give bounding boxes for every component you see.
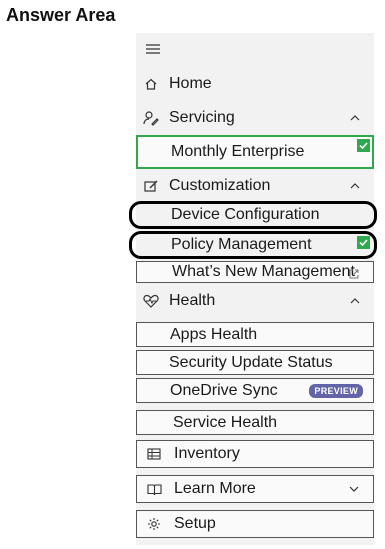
section-label: Learn More xyxy=(174,480,256,497)
nav-item-whats-new-management[interactable]: What’s New Management xyxy=(136,261,374,283)
home-icon xyxy=(142,75,160,93)
nav-item-label: Apps Health xyxy=(170,325,258,343)
nav-item-label: What’s New Management xyxy=(172,263,355,280)
chevron-up-icon[interactable] xyxy=(348,111,362,125)
nav-item-setup[interactable]: Setup xyxy=(136,510,374,538)
hamburger-icon[interactable] xyxy=(144,40,162,58)
nav-item-policy-management[interactable]: Policy Management xyxy=(136,234,374,256)
nav-item-label: Home xyxy=(169,75,212,92)
section-label: Customization xyxy=(169,177,271,194)
heart-pulse-icon xyxy=(142,292,160,310)
preview-badge: PREVIEW xyxy=(309,383,363,398)
section-label: Servicing xyxy=(169,109,235,126)
nav-section-health[interactable]: Health xyxy=(136,287,374,315)
servicing-icon xyxy=(142,109,160,127)
chevron-up-icon[interactable] xyxy=(348,294,362,308)
nav-item-label: Device Configuration xyxy=(171,206,320,223)
gear-icon xyxy=(145,515,163,533)
chevron-down-icon[interactable] xyxy=(347,482,361,496)
nav-item-label: Setup xyxy=(174,515,216,532)
nav-item-apps-health[interactable]: Apps Health xyxy=(136,322,374,347)
nav-item-label: Inventory xyxy=(174,445,240,462)
menu-toggle[interactable] xyxy=(136,35,374,63)
nav-item-home[interactable]: Home xyxy=(136,70,374,98)
nav-section-learn-more[interactable]: Learn More xyxy=(136,475,374,503)
nav-item-label: Monthly Enterprise xyxy=(171,143,305,160)
section-label: Health xyxy=(169,292,216,309)
checkmark-icon xyxy=(357,236,370,249)
chevron-up-icon[interactable] xyxy=(348,179,362,193)
nav-item-onedrive-sync[interactable]: OneDrive Sync PREVIEW xyxy=(136,378,374,403)
nav-item-monthly-enterprise[interactable]: Monthly Enterprise xyxy=(136,135,374,169)
nav-item-label: Policy Management xyxy=(171,236,312,253)
nav-item-service-health[interactable]: Service Health xyxy=(136,410,374,435)
nav-item-inventory[interactable]: Inventory xyxy=(136,440,374,468)
inventory-icon xyxy=(145,445,163,463)
customization-icon xyxy=(142,177,160,195)
checkmark-icon xyxy=(357,139,370,152)
nav-item-label: Security Update Status xyxy=(169,353,333,371)
nav-item-label: Service Health xyxy=(173,413,278,431)
nav-item-security-update-status[interactable]: Security Update Status xyxy=(136,350,374,375)
external-link-icon xyxy=(349,266,359,279)
answer-area-title: Answer Area xyxy=(6,5,116,25)
nav-section-customization[interactable]: Customization xyxy=(136,173,374,199)
book-icon xyxy=(145,480,163,498)
nav-section-servicing[interactable]: Servicing xyxy=(136,104,374,132)
nav-item-device-configuration[interactable]: Device Configuration xyxy=(136,204,374,226)
nav-item-label: OneDrive Sync xyxy=(170,381,278,399)
